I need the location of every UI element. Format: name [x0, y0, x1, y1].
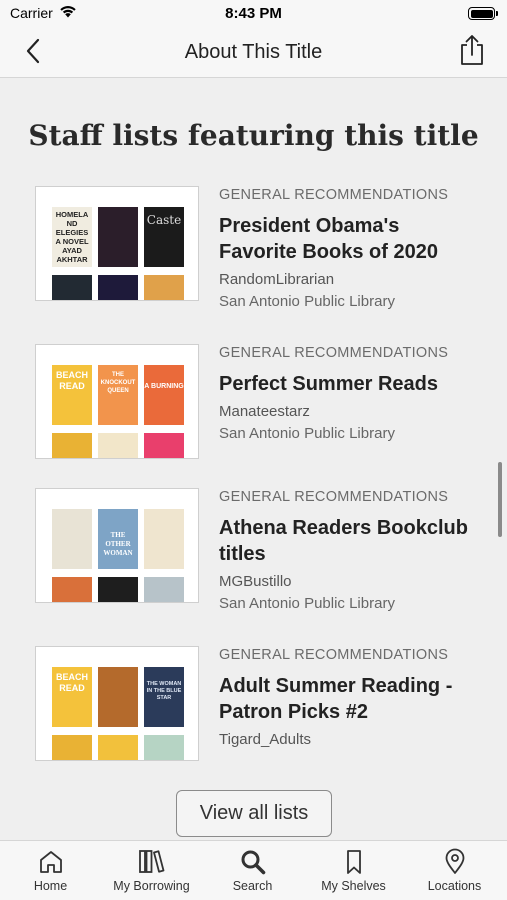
staff-list-card[interactable]: BEACH READ THE KNOCKOUT QUEEN A BURNING … — [35, 344, 485, 464]
tab-my-shelves[interactable]: My Shelves — [303, 841, 404, 900]
tab-bar: Home My Borrowing Search My Shelves Loca… — [0, 840, 507, 900]
staff-list-card[interactable]: THE OTHER WOMAN GENERAL RECOMMENDATIONS … — [35, 488, 485, 612]
list-creator: MGBustillo — [219, 573, 292, 590]
list-title[interactable]: Perfect Summer Reads — [219, 371, 485, 397]
book-cover — [144, 577, 184, 602]
book-cover: A BURNING — [144, 365, 184, 425]
tab-label: My Borrowing — [113, 879, 190, 893]
list-title[interactable]: Adult Summer Reading - Patron Picks #2 — [219, 673, 485, 725]
book-cover — [144, 509, 184, 569]
books-icon — [101, 848, 202, 876]
status-bar: Carrier 8:43 PM — [0, 0, 507, 28]
list-title-line: Favorite Books of 2020 — [219, 241, 438, 263]
tab-search[interactable]: Search — [202, 841, 303, 900]
scrollbar[interactable] — [498, 462, 502, 537]
book-cover — [144, 433, 184, 458]
book-cover — [98, 735, 138, 760]
tab-label: Home — [33, 879, 68, 893]
tab-my-borrowing[interactable]: My Borrowing — [101, 841, 202, 900]
list-creator: RandomLibrarian — [219, 271, 335, 288]
list-thumbnail: HOMELAND ELEGIES A NOVEL AYAD AKHTAR Cas… — [35, 186, 199, 301]
battery-icon — [468, 7, 498, 20]
status-time: 8:43 PM — [225, 5, 282, 22]
home-icon — [0, 848, 101, 876]
share-icon — [459, 34, 485, 71]
list-title-line: titles — [219, 543, 266, 565]
list-creator: Tigard_Adults — [219, 731, 311, 748]
book-cover: THE WOMAN IN THE BLUE STAR — [144, 667, 184, 727]
list-title[interactable]: President Obama's Favorite Books of 2020 — [219, 213, 485, 265]
book-cover: THE KNOCKOUT QUEEN — [98, 365, 138, 425]
staff-list-card[interactable]: HOMELAND ELEGIES A NOVEL AYAD AKHTAR Cas… — [35, 186, 485, 310]
tab-label: My Shelves — [321, 879, 386, 893]
navigation-bar: About This Title — [0, 28, 507, 78]
book-cover: Caste — [144, 207, 184, 267]
list-thumbnail: BEACH READ THE KNOCKOUT QUEEN A BURNING — [35, 344, 199, 459]
content-area[interactable]: Staff lists featuring this title HOMELAN… — [0, 79, 507, 840]
list-library: San Antonio Public Library — [219, 425, 395, 442]
view-all-lists-button[interactable]: View all lists — [176, 790, 332, 837]
book-cover — [98, 667, 138, 727]
tab-locations[interactable]: Locations — [404, 841, 505, 900]
book-cover — [52, 509, 92, 569]
list-category: GENERAL RECOMMENDATIONS — [219, 345, 449, 361]
book-cover: BEACH READ — [52, 667, 92, 727]
list-thumbnail: THE OTHER WOMAN — [35, 488, 199, 603]
list-library: San Antonio Public Library — [219, 595, 395, 612]
list-category: GENERAL RECOMMENDATIONS — [219, 489, 449, 505]
section-heading: Staff lists featuring this title — [28, 119, 479, 152]
list-title-line: Athena Readers Bookclub — [219, 517, 468, 539]
search-icon — [202, 848, 303, 876]
list-title-line: President Obama's — [219, 215, 400, 237]
staff-list-card[interactable]: BEACH READ THE WOMAN IN THE BLUE STAR GE… — [35, 646, 485, 766]
bookmark-icon — [303, 848, 404, 876]
book-cover — [98, 207, 138, 267]
book-cover — [144, 735, 184, 760]
book-cover: BEACH READ — [52, 365, 92, 425]
book-cover — [98, 577, 138, 602]
tab-label: Search — [232, 879, 273, 893]
book-cover: HOMELAND ELEGIES A NOVEL AYAD AKHTAR — [52, 207, 92, 267]
page-title: About This Title — [184, 41, 323, 63]
list-category: GENERAL RECOMMENDATIONS — [219, 647, 449, 663]
list-library: San Antonio Public Library — [219, 293, 395, 310]
list-title[interactable]: Athena Readers Bookclub titles — [219, 515, 485, 567]
tab-label: Locations — [427, 879, 482, 893]
book-cover — [52, 433, 92, 458]
book-cover — [98, 275, 138, 300]
list-title-line: Patron Picks #2 — [219, 701, 368, 723]
book-cover — [52, 275, 92, 300]
list-category: GENERAL RECOMMENDATIONS — [219, 187, 449, 203]
location-pin-icon — [404, 848, 505, 876]
list-thumbnail: BEACH READ THE WOMAN IN THE BLUE STAR — [35, 646, 199, 761]
share-button[interactable] — [457, 34, 487, 71]
list-title-line: Adult Summer Reading - — [219, 675, 453, 697]
book-cover — [98, 433, 138, 458]
book-cover — [52, 577, 92, 602]
book-cover — [144, 275, 184, 300]
list-creator: Manateestarz — [219, 403, 310, 420]
list-title-line: Perfect Summer Reads — [219, 373, 438, 395]
book-cover: THE OTHER WOMAN — [98, 509, 138, 569]
book-cover — [52, 735, 92, 760]
tab-home[interactable]: Home — [0, 841, 101, 900]
